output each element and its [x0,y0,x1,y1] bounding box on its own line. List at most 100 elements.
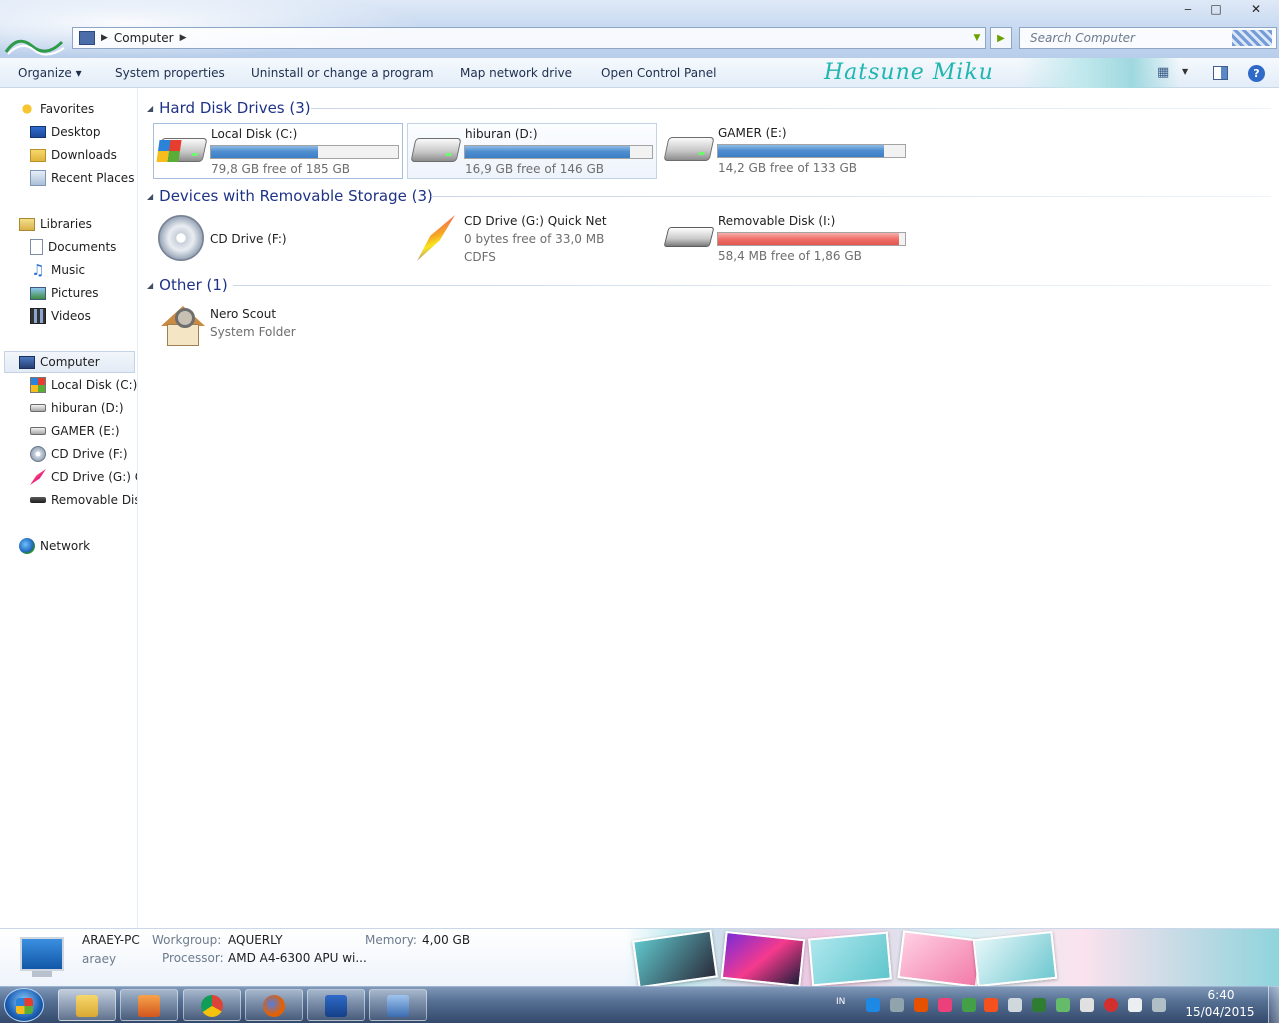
tray-app-icon[interactable] [914,998,928,1012]
nav-drive-g[interactable]: CD Drive (G:) Q [30,466,137,488]
system-properties-button[interactable]: System properties [115,58,225,88]
address-dropdown-icon[interactable]: ▼ [968,29,986,47]
nav-drive-c[interactable]: Local Disk (C:) [30,374,137,396]
drive-tile-i[interactable]: Removable Disk (I:) 58,4 MB free of 1,86… [661,211,911,267]
taskbar-media-player[interactable] [120,989,178,1021]
taskbar-explorer[interactable] [58,989,116,1021]
nav-libraries[interactable]: Libraries [19,213,92,235]
tray-app-icon[interactable] [962,998,976,1012]
drive-usage-bar [210,145,399,159]
clock-time[interactable]: 6:40 [1196,988,1246,1002]
preview-pane-icon[interactable] [1213,66,1228,80]
theme-artwork-strip [625,929,1279,989]
language-indicator[interactable]: IN [836,997,845,1007]
collapse-arrow-icon[interactable]: ◢ [147,192,153,201]
tray-app-icon[interactable] [1056,998,1070,1012]
close-button[interactable]: ✕ [1236,0,1276,18]
taskbar-word[interactable] [307,989,365,1021]
libraries-icon [19,217,35,231]
tray-app-icon[interactable] [938,998,952,1012]
breadcrumb-computer[interactable]: Computer [114,31,174,45]
computer-icon [19,355,35,369]
nav-drive-e[interactable]: GAMER (E:) [30,420,120,442]
windows-logo-icon [16,998,33,1014]
nero-scout-house-icon [161,302,205,348]
artwork-card [897,930,983,988]
nav-drive-d[interactable]: hiburan (D:) [30,397,124,419]
group-header-removable[interactable]: ◢ Devices with Removable Storage (3) [147,185,433,207]
nav-videos[interactable]: Videos [30,305,91,327]
recent-places-icon [30,170,46,186]
open-control-panel-button[interactable]: Open Control Panel [601,58,716,88]
show-desktop-button[interactable] [1268,986,1279,1023]
drive-tile-e[interactable]: GAMER (E:) 14,2 GB free of 133 GB [661,123,911,179]
address-bar[interactable]: ▶ Computer ▶ [72,27,986,49]
search-placeholder: Search Computer [1030,31,1135,45]
signal-icon[interactable] [1080,998,1094,1012]
tray-app-icon[interactable] [890,998,904,1012]
taskbar: IN [0,986,1279,1023]
change-view-icon[interactable]: ▦ [1157,65,1173,81]
command-bar: Organize ▾ System properties Uninstall o… [0,58,1279,88]
memory-label: Memory: [365,933,417,947]
tray-app-icon[interactable] [866,998,880,1012]
collapse-arrow-icon[interactable]: ◢ [147,281,153,290]
nav-desktop[interactable]: Desktop [30,121,101,143]
refresh-button[interactable]: ▶ [990,27,1012,49]
nav-documents[interactable]: Documents [30,236,116,258]
search-icon[interactable] [1232,30,1272,46]
group-divider [311,108,1271,109]
back-forward-logo-icon[interactable] [4,30,66,56]
group-header-other[interactable]: ◢ Other (1) [147,274,228,296]
uninstall-program-button[interactable]: Uninstall or change a program [251,58,434,88]
processor-value: AMD A4-6300 APU wi... [228,951,367,965]
tray-app-icon[interactable] [1152,998,1166,1012]
organize-button[interactable]: Organize ▾ [18,58,82,88]
nav-favorites[interactable]: Favorites [19,98,94,120]
tray-app-icon[interactable] [984,998,998,1012]
collapse-arrow-icon[interactable]: ◢ [147,104,153,113]
nav-downloads[interactable]: Downloads [30,144,117,166]
start-button[interactable] [4,988,44,1022]
taskbar-firefox[interactable] [245,989,303,1021]
help-icon[interactable]: ? [1248,65,1265,82]
maximize-button[interactable]: □ [1202,0,1230,18]
downloads-folder-icon [30,148,46,162]
minimize-button[interactable]: ‒ [1174,0,1202,18]
view-dropdown-icon[interactable]: ▼ [1182,67,1188,76]
taskbar-chrome[interactable] [183,989,241,1021]
drive-tile-c[interactable]: Local Disk (C:) 79,8 GB free of 185 GB [153,123,403,179]
drive-tile-g[interactable]: CD Drive (G:) Quick Net 0 bytes free of … [407,211,657,271]
nav-computer[interactable]: Computer [4,351,135,373]
computer-icon [79,31,95,45]
nav-pictures[interactable]: Pictures [30,282,99,304]
navigation-pane[interactable]: Favorites Desktop Downloads Recent Place… [0,88,138,928]
pictures-icon [30,286,46,300]
control-panel-icon [387,995,409,1017]
clock-date[interactable]: 15/04/2015 [1180,1005,1260,1019]
taskbar-control-panel[interactable] [369,989,427,1021]
breadcrumb-arrow-icon[interactable]: ▶ [101,33,108,43]
details-pane: ARAEY-PC araey Workgroup: AQUERLY Memory… [0,928,1279,989]
content-area[interactable]: ◢ Hard Disk Drives (3) Local Disk (C:) 7… [139,88,1279,928]
breadcrumb-arrow-icon[interactable]: ▶ [180,33,187,43]
volume-icon[interactable] [1008,998,1022,1012]
nav-drive-i[interactable]: Removable Dis [30,489,137,511]
hard-drive-icon [410,138,462,162]
action-center-icon[interactable] [1128,998,1142,1012]
cd-drive-icon [30,446,46,462]
map-network-drive-button[interactable]: Map network drive [460,58,572,88]
group-header-hdd[interactable]: ◢ Hard Disk Drives (3) [147,97,311,119]
word-icon [325,995,347,1017]
nav-recent-places[interactable]: Recent Places [30,167,134,189]
tray-app-icon[interactable] [1032,998,1046,1012]
drive-usage-bar [717,232,906,246]
nero-scout-tile[interactable]: Nero Scout System Folder [153,298,403,354]
nav-network[interactable]: Network [19,535,90,557]
drive-tile-f[interactable]: CD Drive (F:) [153,211,403,267]
search-input[interactable]: Search Computer [1019,27,1277,49]
nav-drive-f[interactable]: CD Drive (F:) [30,443,128,465]
drive-tile-d[interactable]: hiburan (D:) 16,9 GB free of 146 GB [407,123,657,179]
nav-music[interactable]: ♫ Music [30,259,85,281]
tray-app-icon[interactable] [1104,998,1118,1012]
